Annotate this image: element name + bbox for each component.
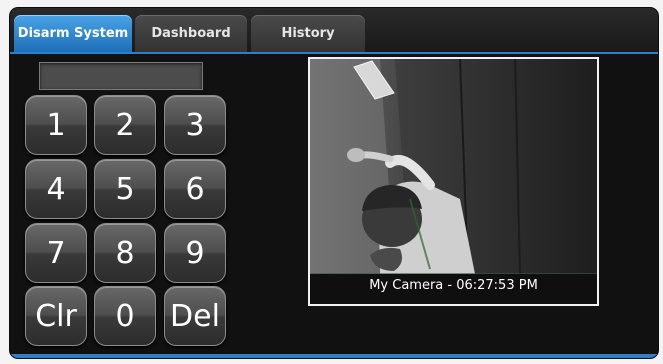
key-7[interactable]: 7 <box>25 223 87 283</box>
camera-caption: My Camera - 06:27:53 PM <box>310 274 597 304</box>
key-1[interactable]: 1 <box>25 95 87 155</box>
key-2[interactable]: 2 <box>94 95 156 155</box>
key-9[interactable]: 9 <box>164 223 226 283</box>
key-delete[interactable]: Del <box>164 286 226 346</box>
tab-disarm-system[interactable]: Disarm System <box>14 15 132 52</box>
key-6[interactable]: 6 <box>164 159 226 219</box>
security-panel: Disarm System Dashboard History 1 2 3 4 … <box>10 8 658 358</box>
tab-dashboard[interactable]: Dashboard <box>135 15 247 52</box>
key-3[interactable]: 3 <box>164 95 226 155</box>
tab-history[interactable]: History <box>251 15 365 52</box>
bottom-accent-line <box>10 354 658 358</box>
key-5[interactable]: 5 <box>94 159 156 219</box>
camera-view[interactable]: My Camera - 06:27:53 PM <box>308 57 599 306</box>
tab-bar: Disarm System Dashboard History <box>10 8 658 54</box>
code-display <box>39 62 203 90</box>
camera-feed-image <box>310 59 597 304</box>
tab-underline <box>10 52 658 54</box>
key-4[interactable]: 4 <box>25 159 87 219</box>
key-8[interactable]: 8 <box>94 223 156 283</box>
key-clear[interactable]: Clr <box>25 286 87 346</box>
key-0[interactable]: 0 <box>94 286 156 346</box>
